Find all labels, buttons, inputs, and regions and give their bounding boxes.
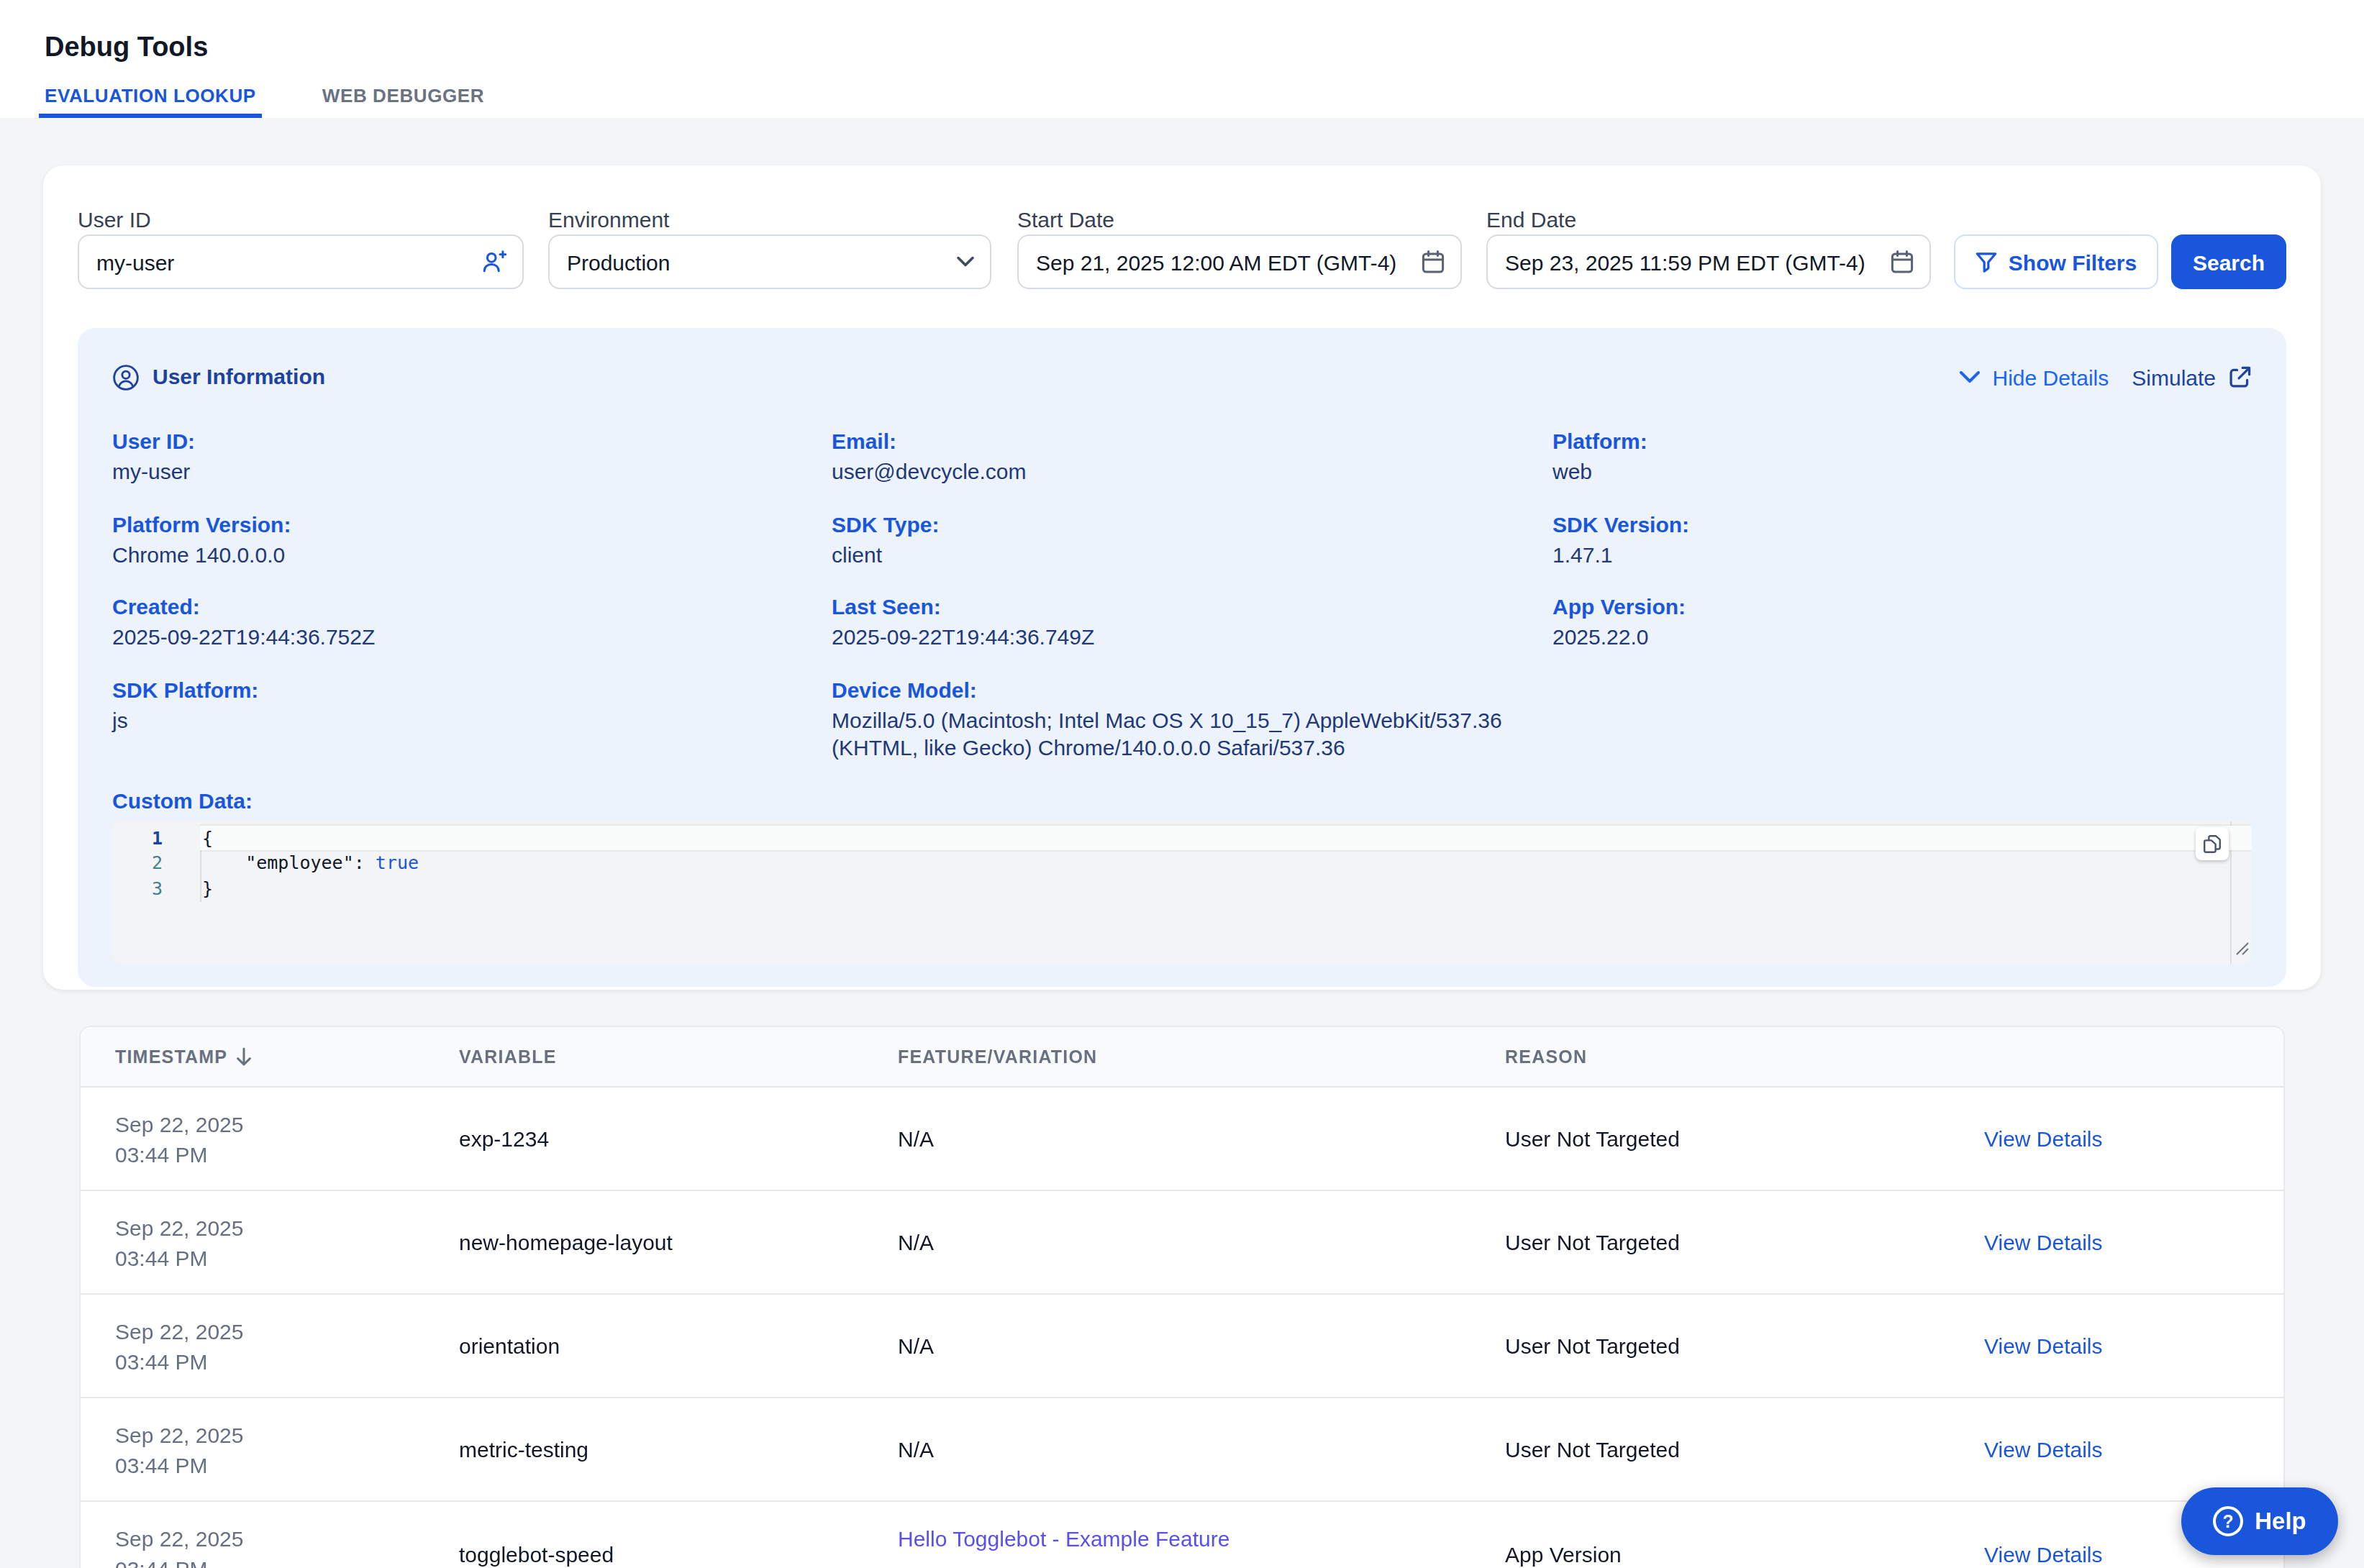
table-row: Sep 22, 202503:44 PM metric-testing N/A … [81, 1398, 2283, 1502]
environment-select[interactable]: Production [548, 234, 991, 289]
feature-link[interactable]: Hello Togglebot - Example Feature [898, 1523, 1505, 1554]
reason-cell: App Version [1505, 1541, 1984, 1566]
field-sdk-platform: SDK Platform:js [112, 675, 832, 762]
variable-cell: exp-1234 [459, 1126, 898, 1151]
table-row: Sep 22, 202503:44 PM exp-1234 N/A User N… [81, 1088, 2283, 1191]
column-feature-variation[interactable]: Feature/Variation [898, 1047, 1505, 1067]
field-last-seen: Last Seen:2025-09-22T19:44:36.749Z [832, 593, 1552, 651]
start-date-label: Start Date [1017, 206, 1462, 233]
end-date-label: End Date [1486, 206, 1931, 233]
custom-data-section: Custom Data: 1{ 2 "employee": true 3} [112, 786, 2252, 964]
variable-cell: new-homepage-layout [459, 1230, 898, 1254]
feature-cell: N/A [898, 1126, 1505, 1151]
chevron-down-icon [957, 256, 974, 268]
feature-cell: N/A [898, 1230, 1505, 1254]
simulate-button[interactable]: Simulate [2132, 365, 2252, 389]
column-variable[interactable]: Variable [459, 1047, 898, 1067]
top-header: Debug Tools EVALUATION LOOKUP WEB DEBUGG… [0, 0, 2364, 118]
user-info-fields: User ID:my-user Email:user@devcycle.com … [112, 427, 2252, 964]
lookup-card: User ID Environment [43, 165, 2321, 990]
show-filters-button[interactable]: Show Filters [1954, 234, 2158, 289]
field-email: Email:user@devcycle.com [832, 427, 1552, 486]
table-row: Sep 22, 202503:44 PM togglebot-speed Hel… [81, 1502, 2283, 1568]
copy-button[interactable] [2196, 827, 2229, 860]
start-date-input[interactable]: Sep 21, 2025 12:00 AM EDT (GMT-4) [1017, 234, 1462, 289]
field-device-model: Device Model:Mozilla/5.0 (Macintosh; Int… [832, 675, 1552, 762]
resize-handle-icon[interactable] [2236, 936, 2249, 961]
environment-label: Environment [548, 206, 991, 233]
sort-desc-icon [236, 1047, 252, 1066]
view-details-link[interactable]: View Details [1984, 1230, 2249, 1254]
field-platform-version: Platform Version:Chrome 140.0.0.0 [112, 510, 832, 568]
funnel-icon [1976, 251, 1997, 273]
panel-title: User Information [153, 363, 325, 391]
user-information-panel: User Information Hide Details Simulate [78, 328, 2286, 987]
copy-icon [2203, 834, 2222, 853]
end-date-input[interactable]: Sep 23, 2025 11:59 PM EDT (GMT-4) [1486, 234, 1931, 289]
calendar-icon[interactable] [1891, 250, 1914, 274]
field-empty [1552, 675, 2252, 762]
view-details-link[interactable]: View Details [1984, 1334, 2249, 1358]
view-details-link[interactable]: View Details [1984, 1126, 2249, 1151]
reason-cell: User Not Targeted [1505, 1126, 1984, 1151]
table-row: Sep 22, 202503:44 PM new-homepage-layout… [81, 1191, 2283, 1295]
user-circle-icon [112, 363, 140, 391]
variable-cell: togglebot-speed [459, 1541, 898, 1566]
reason-cell: User Not Targeted [1505, 1437, 1984, 1462]
reason-cell: User Not Targeted [1505, 1334, 1984, 1358]
field-platform: Platform:web [1552, 427, 2252, 486]
page-body: User ID Environment [0, 118, 2364, 1568]
field-sdk-type: SDK Type:client [832, 510, 1552, 568]
calendar-icon[interactable] [1422, 250, 1445, 274]
feature-cell: Hello Togglebot - Example Feature [898, 1523, 1505, 1568]
tab-web-debugger[interactable]: WEB DEBUGGER [317, 85, 490, 118]
field-user-id: User ID:my-user [112, 427, 832, 486]
reason-cell: User Not Targeted [1505, 1230, 1984, 1254]
filter-row: User ID Environment [78, 206, 2286, 289]
user-id-input[interactable] [79, 236, 522, 288]
feature-cell: N/A [898, 1437, 1505, 1462]
custom-data-editor[interactable]: 1{ 2 "employee": true 3} [112, 821, 2252, 964]
evaluations-table: Timestamp Variable Feature/Variation Rea… [79, 1026, 2285, 1568]
external-link-icon [2227, 365, 2252, 389]
hide-details-button[interactable]: Hide Details [1960, 365, 2109, 389]
field-app-version: App Version:2025.22.0 [1552, 593, 2252, 651]
column-reason[interactable]: Reason [1505, 1047, 1984, 1067]
page-title: Debug Tools [45, 0, 2319, 63]
feature-cell: N/A [898, 1334, 1505, 1358]
search-button[interactable]: Search [2171, 234, 2286, 289]
user-id-label: User ID [78, 206, 524, 233]
user-add-icon[interactable] [482, 250, 506, 274]
variable-cell: orientation [459, 1334, 898, 1358]
question-mark-icon: ? [2213, 1506, 2243, 1536]
custom-data-label: Custom Data: [112, 786, 2252, 816]
tab-evaluation-lookup[interactable]: EVALUATION LOOKUP [39, 85, 262, 118]
field-created: Created:2025-09-22T19:44:36.752Z [112, 593, 832, 651]
help-button[interactable]: ? Help [2181, 1487, 2338, 1555]
chevron-down-icon [1960, 370, 1980, 383]
table-header-row: Timestamp Variable Feature/Variation Rea… [81, 1027, 2283, 1088]
table-row: Sep 22, 202503:44 PM orientation N/A Use… [81, 1295, 2283, 1398]
view-details-link[interactable]: View Details [1984, 1437, 2249, 1462]
variable-cell: metric-testing [459, 1437, 898, 1462]
tabs: EVALUATION LOOKUP WEB DEBUGGER [39, 85, 2319, 118]
field-sdk-version: SDK Version:1.47.1 [1552, 510, 2252, 568]
column-timestamp[interactable]: Timestamp [115, 1047, 459, 1067]
